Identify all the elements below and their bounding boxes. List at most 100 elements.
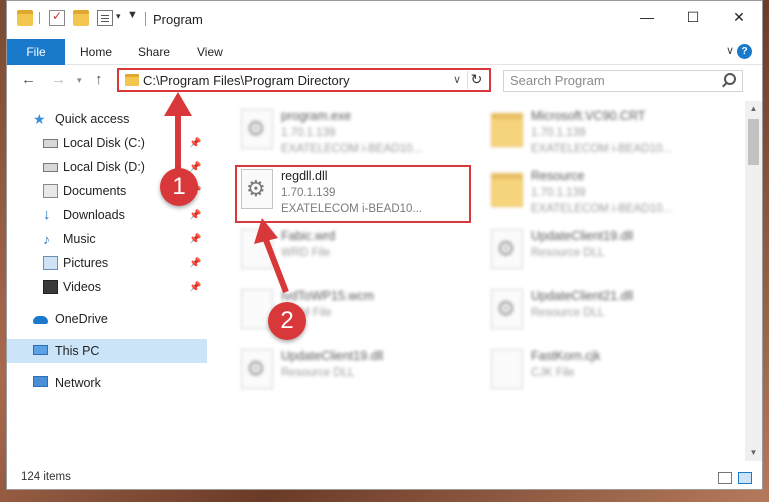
expand-ribbon-icon[interactable]: ∨: [726, 44, 734, 57]
file-type: Resource DLL: [531, 247, 605, 259]
tab-file[interactable]: File: [7, 39, 65, 65]
search-placeholder: Search Program: [510, 73, 605, 88]
file-type: Resource DLL: [281, 367, 355, 379]
network-icon: [33, 376, 48, 387]
sidebar-item-label: Quick access: [55, 112, 130, 126]
file-name: UpdateClient19.dll: [281, 349, 384, 363]
arrow-2-line: [263, 238, 289, 294]
ribbon-tabs: File Home Share View ∨ ?: [7, 39, 762, 65]
new-folder-icon[interactable]: [73, 10, 89, 26]
file-company: EXATELECOM i-BEAD10...: [531, 143, 673, 155]
arrow-2-tip: [254, 218, 278, 244]
file-item-resource[interactable]: Resource 1.70.1.139 EXATELECOM i-BEAD10.…: [483, 165, 723, 217]
forward-arrow-icon[interactable]: →: [51, 71, 66, 88]
search-input[interactable]: Search Program: [503, 70, 743, 92]
callout-badge-1: 1: [160, 168, 198, 206]
sidebar-item-label: Music: [63, 232, 96, 246]
sidebar-item-label: Network: [55, 376, 101, 390]
file-name: FastKorn.cjk: [531, 349, 601, 363]
chevron-down-icon[interactable]: ∨: [453, 73, 461, 86]
exe-icon: [241, 109, 273, 149]
status-bar: 124 items: [7, 467, 762, 489]
callout-badge-2: 2: [268, 302, 306, 340]
file-name: UpdateClient19.dll: [531, 229, 634, 243]
back-arrow-icon[interactable]: ←: [21, 71, 36, 88]
up-arrow-icon[interactable]: ↑: [95, 71, 103, 88]
minimize-button[interactable]: —: [624, 1, 670, 33]
tab-home[interactable]: Home: [80, 39, 112, 65]
refresh-icon[interactable]: ↻: [467, 71, 485, 89]
callout-arrows: [164, 92, 192, 190]
properties-icon[interactable]: [97, 10, 113, 26]
tab-view[interactable]: View: [197, 39, 223, 65]
sidebar-item-this-pc[interactable]: This PC: [7, 339, 207, 363]
file-item-fastkorn[interactable]: FastKorn.cjk CJK File: [483, 345, 723, 397]
disk-icon: [43, 163, 58, 172]
file-item-program-exe[interactable]: program.exe 1.70.1.139 EXATELECOM i-BEAD…: [233, 105, 473, 157]
documents-icon: [43, 184, 58, 198]
recent-locations-icon[interactable]: ▾: [77, 75, 82, 86]
scroll-up-icon[interactable]: ▲: [745, 101, 762, 117]
callout-arrow-2: [254, 218, 289, 294]
file-item-vc90-crt[interactable]: Microsoft.VC90.CRT 1.70.1.139 EXATELECOM…: [483, 105, 723, 157]
sidebar-item-network[interactable]: Network: [7, 371, 207, 395]
arrow-1-head: [164, 92, 192, 116]
folder-icon: [17, 10, 33, 26]
file-name: program.exe: [281, 109, 352, 123]
dll-icon: [491, 289, 523, 329]
dll-icon: [241, 349, 273, 389]
maximize-button[interactable]: ☐: [670, 1, 716, 33]
file-item-updateclient19b[interactable]: UpdateClient19.dll Resource DLL: [233, 345, 473, 397]
details-view-icon[interactable]: [718, 472, 732, 484]
sidebar-item-label: OneDrive: [55, 312, 108, 326]
title-bar: ▾ ▼ Program — ☐ ✕: [7, 1, 762, 39]
file-version: 1.70.1.139: [531, 127, 586, 139]
properties-check-icon[interactable]: [49, 9, 65, 26]
file-type: CJK File: [531, 367, 575, 379]
file-version: 1.70.1.139: [531, 187, 586, 199]
pictures-icon: [43, 256, 58, 270]
scroll-down-icon[interactable]: ▼: [745, 445, 762, 461]
search-icon[interactable]: [724, 73, 736, 85]
sidebar-item-label: Documents: [63, 184, 127, 198]
music-icon: ♪: [43, 231, 50, 247]
folder-icon: [491, 113, 523, 147]
file-icon: [491, 349, 523, 389]
file-item-updateclient21[interactable]: UpdateClient21.dll Resource DLL: [483, 285, 723, 337]
download-icon: ↓: [43, 206, 51, 223]
sidebar-item-label: Local Disk (C:): [63, 136, 145, 150]
explorer-window: ▾ ▼ Program — ☐ ✕ File Home Share View ∨…: [6, 0, 763, 490]
tab-share[interactable]: Share: [138, 39, 170, 65]
sidebar-item-label: Downloads: [63, 208, 125, 222]
tiles-view-icon[interactable]: [738, 472, 752, 484]
file-company: EXATELECOM i-BEAD10...: [281, 143, 423, 155]
file-name: Resource: [531, 169, 585, 183]
sidebar-item-label: Local Disk (D:): [63, 160, 145, 174]
item-count: 124 items: [21, 471, 71, 483]
vertical-scrollbar[interactable]: ▲ ▼: [745, 101, 762, 461]
customize-toolbar-icon[interactable]: ▼: [127, 9, 138, 21]
sidebar-item-label: Pictures: [63, 256, 109, 270]
help-icon[interactable]: ?: [737, 44, 752, 59]
onedrive-icon: [33, 316, 48, 324]
chevron-down-icon[interactable]: ▾: [116, 11, 121, 22]
quick-access-separator: [39, 12, 40, 24]
close-button[interactable]: ✕: [716, 1, 762, 33]
pc-icon: [33, 345, 48, 355]
folder-icon: [125, 74, 139, 86]
file-item-updateclient19[interactable]: UpdateClient19.dll Resource DLL: [483, 225, 723, 277]
folder-icon: [491, 173, 523, 207]
file-name: UpdateClient21.dll: [531, 289, 634, 303]
file-company: EXATELECOM i-BEAD10...: [531, 203, 673, 215]
file-name: Microsoft.VC90.CRT: [531, 109, 646, 123]
sidebar-item-label: Videos: [63, 280, 101, 294]
window-title: Program: [153, 12, 203, 27]
dll-icon: [491, 229, 523, 269]
sidebar-item-label: This PC: [55, 344, 100, 358]
file-version: 1.70.1.139: [281, 127, 336, 139]
disk-icon: [43, 139, 58, 148]
navigation-bar: ← → ▾ ↑ C:\Program Files\Program Directo…: [7, 66, 762, 96]
title-separator: [145, 12, 146, 26]
videos-icon: [43, 280, 58, 294]
scroll-thumb[interactable]: [748, 119, 759, 165]
